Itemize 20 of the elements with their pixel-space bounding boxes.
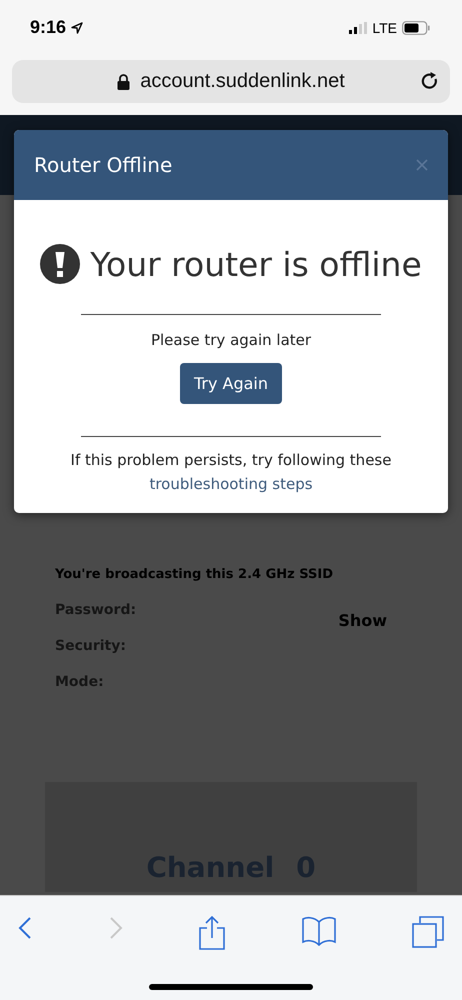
help-text: If this problem persists, try following these [70,451,392,469]
share-icon[interactable] [199,916,225,950]
reload-icon[interactable] [420,71,440,91]
clock: 9:16 [30,17,66,38]
dialog-heading: Your router is offline [90,244,422,284]
troubleshooting-link[interactable]: troubleshooting steps [149,475,313,493]
location-arrow-icon [71,22,84,34]
book-icon[interactable] [302,916,336,946]
broadcast-note: You're broadcasting this 2.4 GHz SSID [55,567,334,582]
address-bar[interactable]: account.suddenlink.net [12,60,450,103]
back-icon[interactable] [18,916,32,940]
dialog-message: Please try again later [150,331,312,349]
signal-icon [349,22,368,34]
dialog-title: Router Offline [34,153,172,177]
lock-icon [117,74,130,90]
exclamation-icon [40,244,80,284]
battery-icon [402,20,430,34]
try-again-button[interactable]: Try Again [180,363,282,404]
tabs-icon[interactable] [412,916,444,948]
network-label: LTE [372,20,397,36]
